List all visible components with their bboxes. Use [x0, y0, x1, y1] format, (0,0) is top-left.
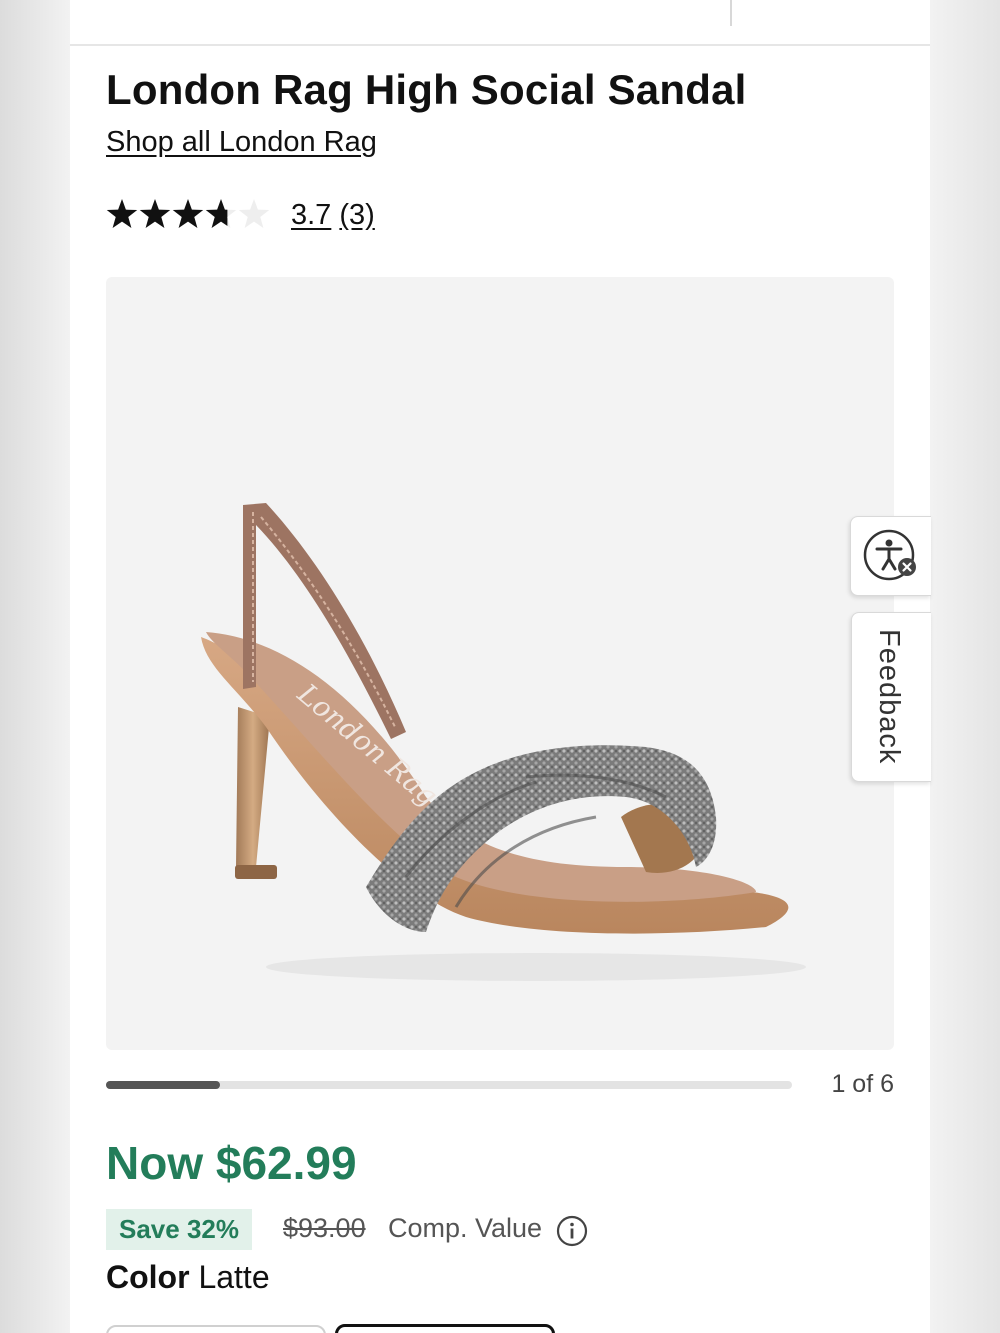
- color-value: Latte: [198, 1259, 270, 1295]
- color-swatch-option[interactable]: [106, 1325, 326, 1333]
- rating-summary[interactable]: 3.7 (3): [291, 199, 375, 232]
- accessibility-button[interactable]: [850, 516, 931, 596]
- product-image-gallery[interactable]: London Rag: [106, 277, 894, 1050]
- product-title: London Rag High Social Sandal: [106, 66, 747, 113]
- feedback-label: Feedback: [873, 629, 905, 765]
- shop-brand-link[interactable]: Shop all London Rag: [106, 126, 377, 159]
- star-filled-icon: [106, 199, 138, 228]
- feedback-tab[interactable]: Feedback: [851, 612, 931, 782]
- comp-value-label: Comp. Value: [388, 1213, 543, 1243]
- original-price: $93.00: [283, 1213, 366, 1243]
- color-swatch-selected[interactable]: [335, 1324, 555, 1333]
- rating-score[interactable]: 3.7: [291, 199, 331, 231]
- star-empty-icon: [238, 199, 270, 228]
- top-bar-divider: [730, 0, 732, 26]
- current-price: Now $62.99: [106, 1137, 357, 1189]
- save-badge: Save 32%: [106, 1209, 252, 1250]
- star-filled-icon: [139, 199, 171, 228]
- color-selection: Color Latte: [106, 1259, 270, 1296]
- info-icon[interactable]: [556, 1215, 588, 1247]
- image-counter: 1 of 6: [831, 1070, 894, 1098]
- rating-count[interactable]: (3): [339, 199, 374, 231]
- accessibility-icon: [863, 529, 916, 581]
- gallery-progress-track[interactable]: [106, 1081, 792, 1089]
- star-rating-icon: [106, 199, 270, 228]
- color-label: Color: [106, 1259, 190, 1295]
- sandal-product-image: London Rag: [201, 503, 806, 981]
- gallery-progress-fill: [106, 1081, 221, 1089]
- top-bar: [70, 0, 930, 46]
- product-page: London Rag High Social Sandal Shop all L…: [70, 0, 930, 1333]
- star-filled-icon: [172, 199, 204, 228]
- product-rating[interactable]: 3.7 (3): [106, 195, 375, 235]
- rating-stars: [106, 197, 271, 233]
